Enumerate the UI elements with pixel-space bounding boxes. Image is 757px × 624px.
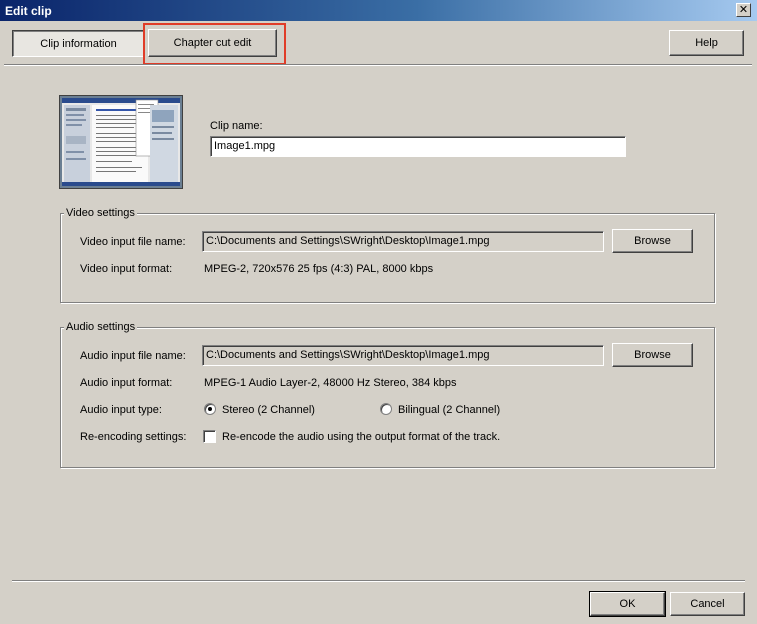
reencode-checkbox-label[interactable]: Re-encode the audio using the output for…: [222, 431, 500, 443]
radio-stereo-dot: [208, 407, 212, 411]
audio-input-format-label: Audio input format:: [80, 377, 173, 389]
audio-input-file-label: Audio input file name:: [80, 350, 186, 362]
radio-stereo[interactable]: [204, 403, 216, 415]
radio-bilingual[interactable]: [380, 403, 392, 415]
audio-input-type-label: Audio input type:: [80, 404, 162, 416]
help-button-label: Help: [695, 37, 718, 49]
ok-button[interactable]: OK: [589, 591, 666, 617]
video-input-file-field: C:\Documents and Settings\SWright\Deskto…: [202, 231, 604, 252]
radio-bilingual-label[interactable]: Bilingual (2 Channel): [398, 404, 500, 416]
video-input-format-value: MPEG-2, 720x576 25 fps (4:3) PAL, 8000 k…: [204, 263, 434, 275]
help-button[interactable]: Help: [669, 30, 744, 56]
close-icon: ✕: [738, 3, 749, 16]
audio-settings-legend: Audio settings: [64, 321, 138, 333]
cancel-button-label: Cancel: [690, 598, 725, 610]
cancel-button[interactable]: Cancel: [670, 592, 745, 616]
title-bar: Edit clip ✕: [0, 0, 757, 21]
audio-input-format-value: MPEG-1 Audio Layer-2, 48000 Hz Stereo, 3…: [204, 377, 457, 389]
bottom-separator: [12, 580, 745, 582]
clip-name-label: Clip name:: [210, 120, 263, 132]
window-title: Edit clip: [5, 4, 52, 18]
thumbnail-image: [60, 96, 182, 188]
close-button[interactable]: ✕: [736, 3, 751, 17]
reencoding-settings-label: Re-encoding settings:: [80, 431, 187, 443]
video-settings-group: [60, 213, 715, 303]
audio-browse-label: Browse: [634, 349, 671, 361]
video-input-format-label: Video input format:: [80, 263, 173, 275]
video-browse-button[interactable]: Browse: [612, 229, 693, 253]
audio-browse-button[interactable]: Browse: [612, 343, 693, 367]
clip-name-input[interactable]: Image1.mpg: [210, 136, 626, 157]
tab-clip-information[interactable]: Clip information: [12, 30, 145, 57]
video-settings-legend: Video settings: [64, 207, 137, 219]
video-input-file-label: Video input file name:: [80, 236, 186, 248]
audio-input-file-field: C:\Documents and Settings\SWright\Deskto…: [202, 345, 604, 366]
top-separator: [4, 64, 752, 66]
radio-stereo-label[interactable]: Stereo (2 Channel): [222, 404, 315, 416]
clip-thumbnail: [59, 95, 183, 189]
tab-clip-information-label: Clip information: [40, 37, 117, 50]
reencode-checkbox[interactable]: [203, 430, 216, 443]
ok-button-label: OK: [619, 598, 636, 610]
highlight-annotation: [143, 23, 286, 65]
video-browse-label: Browse: [634, 235, 671, 247]
